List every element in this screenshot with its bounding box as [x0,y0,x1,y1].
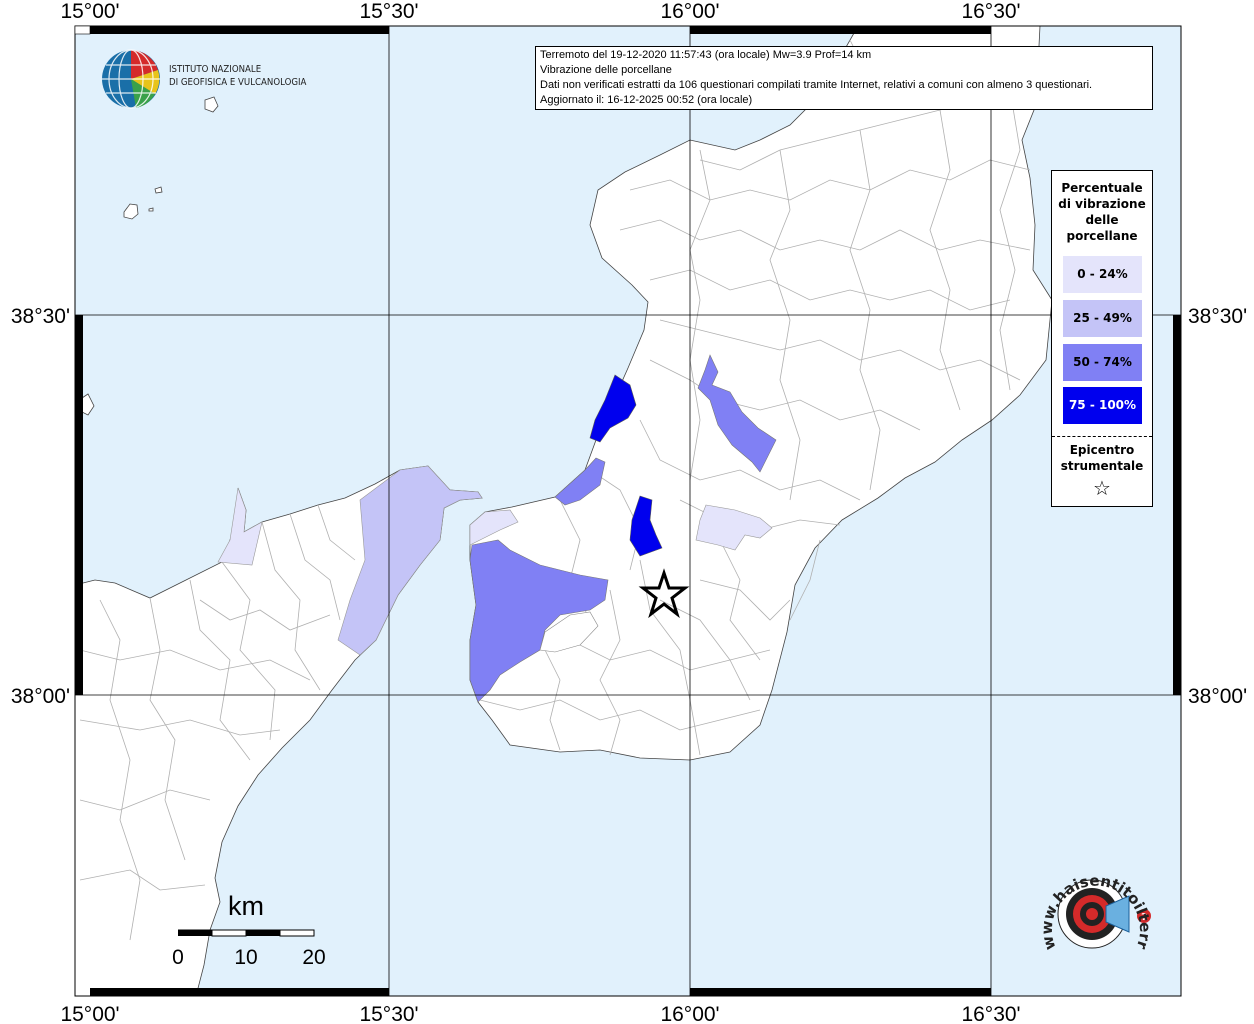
legend-epicenter-line1: Epicentro [1069,443,1135,457]
legend-class-50-74: 50 - 74% [1063,344,1142,381]
scale-tick-10: 10 [234,946,257,969]
legend-epicenter-label: Epicentro strumentale [1052,442,1152,474]
lon-label-top-3: 16°00' [660,0,719,23]
lon-label-bottom-3: 16°00' [660,1003,719,1024]
lon-label-bottom-4: 16°30' [961,1003,1020,1024]
lat-label-left-1: 38°30' [11,305,70,328]
hsit-logo-icon: ? www.haisentitoilterremoto.it [1024,866,1154,952]
legend: Percentuale di vibrazione delle porcella… [1051,170,1153,507]
ingv-logo-text: ISTITUTO NAZIONALE DI GEOFISICA E VULCAN… [169,63,306,89]
lat-label-right-1: 38°30' [1188,305,1247,328]
lon-label-top-1: 15°00' [60,0,119,23]
event-info-line3: Dati non verificati estratti da 106 ques… [540,79,1093,91]
lat-label-right-2: 38°00' [1188,685,1247,708]
scale-tick-20: 20 [302,946,325,969]
event-info-line2: Vibrazione delle porcellane [540,64,672,76]
legend-title: Percentuale di vibrazione delle porcella… [1052,180,1152,244]
scale-unit: km [228,891,264,921]
ingv-logo-line2: DI GEOFISICA E VULCANOLOGIA [169,77,307,88]
island-tiny [148,207,154,212]
lon-label-top-4: 16°30' [961,0,1020,23]
legend-title-line2: di vibrazione [1058,197,1146,211]
lon-label-top-2: 15°30' [359,0,418,23]
lon-label-bottom-2: 15°30' [359,1003,418,1024]
legend-divider [1052,436,1152,437]
legend-title-line3: delle [1085,213,1119,227]
event-info-line1: Terremoto del 19-12-2020 11:57:43 (ora l… [540,49,872,61]
legend-title-line4: porcellane [1066,229,1138,243]
legend-star-icon: ☆ [1093,476,1111,500]
legend-class-25-49: 25 - 49% [1063,300,1142,337]
ingv-logo-line1: ISTITUTO NAZIONALE [169,64,262,75]
ingv-globe-icon [102,49,160,109]
lon-label-bottom-1: 15°00' [60,1003,119,1024]
legend-epicenter-line2: strumentale [1060,459,1144,473]
legend-class-0-24: 0 - 24% [1063,256,1142,293]
lat-label-left-2: 38°00' [11,685,70,708]
event-info-line4: Aggiornato il: 16-12-2025 00:52 (ora loc… [540,94,753,106]
legend-class-75-100: 75 - 100% [1063,387,1142,424]
legend-title-line1: Percentuale [1061,181,1143,195]
event-info-box: Terremoto del 19-12-2020 11:57:43 (ora l… [535,46,1153,110]
scale-tick-0: 0 [172,946,184,969]
